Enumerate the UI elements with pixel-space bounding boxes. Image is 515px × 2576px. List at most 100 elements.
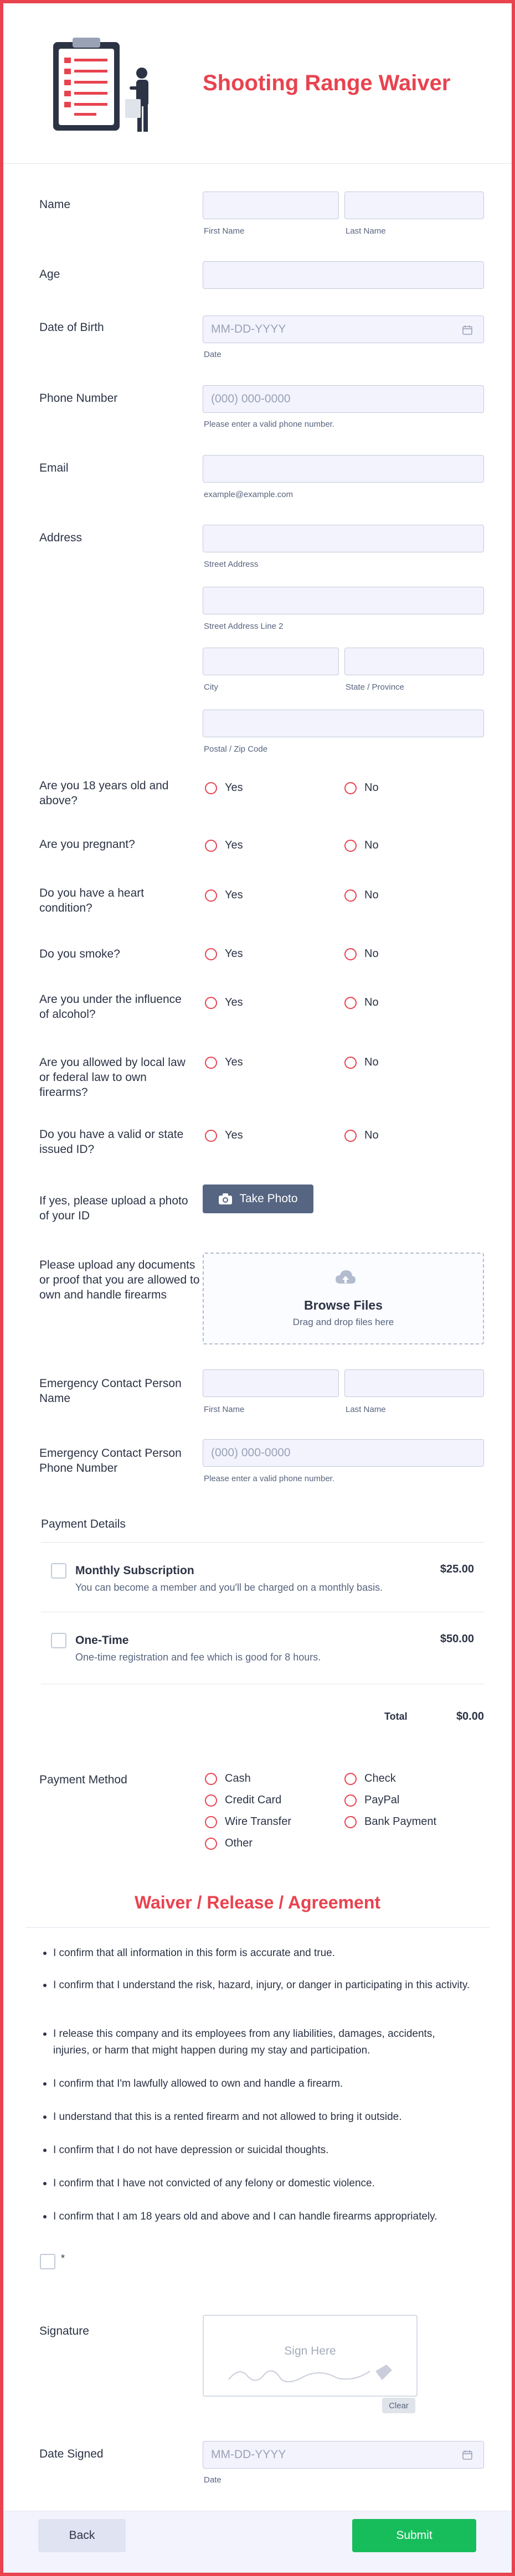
signature-scribble-icon	[228, 2365, 392, 2382]
question-pregnant-yes[interactable]: Yes	[205, 839, 243, 852]
payment-paypal[interactable]: PayPal	[344, 1794, 399, 1807]
question-heart-yes[interactable]: Yes	[205, 889, 243, 902]
dob-input[interactable]: MM-DD-YYYY	[203, 315, 484, 343]
radio-icon[interactable]	[344, 839, 357, 852]
agreement-item: I confirm that I understand the risk, ha…	[43, 1977, 474, 1994]
radio-icon[interactable]	[344, 1056, 357, 1069]
question-smoke-label: Do you smoke?	[39, 948, 120, 960]
dob-sublabel: Date	[204, 350, 222, 359]
radio-icon[interactable]	[205, 1056, 217, 1069]
emergency-phone-sublabel: Please enter a valid phone number.	[204, 1474, 334, 1483]
product-onetime-checkbox[interactable]	[51, 1633, 66, 1648]
question-law-yes[interactable]: Yes	[205, 1056, 243, 1069]
emergency-first-name-input[interactable]	[203, 1369, 339, 1397]
radio-icon[interactable]	[205, 1815, 217, 1828]
payment-credit-card[interactable]: Credit Card	[205, 1794, 281, 1807]
question-18-label: Are you 18 years old and above?	[39, 779, 169, 807]
radio-icon[interactable]	[205, 889, 217, 902]
question-id-no[interactable]: No	[344, 1129, 379, 1142]
question-18-no[interactable]: No	[344, 782, 379, 794]
radio-icon[interactable]	[344, 782, 357, 794]
take-photo-button[interactable]: Take Photo	[203, 1184, 313, 1213]
date-signed-input[interactable]: MM-DD-YYYY	[203, 2441, 484, 2469]
question-law-no[interactable]: No	[344, 1056, 379, 1069]
name-label: Name	[39, 198, 71, 211]
radio-icon[interactable]	[205, 1794, 217, 1807]
payment-details-label: Payment Details	[41, 1518, 126, 1530]
radio-icon[interactable]	[205, 839, 217, 852]
payment-wire-transfer[interactable]: Wire Transfer	[205, 1815, 291, 1828]
email-input[interactable]	[203, 455, 484, 483]
browse-files-text: Browse Files	[304, 1298, 383, 1312]
question-heart-no[interactable]: No	[344, 889, 379, 902]
radio-icon[interactable]	[205, 996, 217, 1009]
city-input[interactable]	[203, 648, 339, 675]
question-smoke-no[interactable]: No	[344, 948, 379, 960]
clipboard-illustration-icon	[53, 38, 148, 132]
radio-icon[interactable]	[344, 948, 357, 960]
payment-other[interactable]: Other	[205, 1837, 253, 1850]
submit-button[interactable]: Submit	[352, 2519, 476, 2552]
street-address-2-input[interactable]	[203, 587, 484, 614]
photo-label: If yes, please upload a photo of your ID	[39, 1194, 188, 1222]
radio-icon[interactable]	[344, 1772, 357, 1785]
question-smoke-yes[interactable]: Yes	[205, 948, 243, 960]
last-name-sublabel: Last Name	[346, 226, 386, 236]
radio-icon[interactable]	[344, 1794, 357, 1807]
radio-icon[interactable]	[344, 889, 357, 902]
question-alcohol-yes[interactable]: Yes	[205, 996, 243, 1009]
question-alcohol-label: Are you under the influence of alcohol?	[39, 993, 182, 1021]
radio-icon[interactable]	[205, 948, 217, 960]
emergency-phone-label: Emergency Contact Person Phone Number	[39, 1447, 182, 1475]
phone-label: Phone Number	[39, 392, 118, 405]
signature-pad[interactable]: Sign Here	[203, 2315, 418, 2397]
state-sublabel: State / Province	[346, 682, 404, 692]
radio-icon[interactable]	[205, 1129, 217, 1142]
agreement-item: I confirm that I am 18 years old and abo…	[43, 2208, 474, 2225]
take-photo-label: Take Photo	[239, 1192, 298, 1205]
street-address-input[interactable]	[203, 525, 484, 552]
payment-cash[interactable]: Cash	[205, 1772, 251, 1785]
zip-input[interactable]	[203, 710, 484, 737]
question-id-label: Do you have a valid or state issued ID?	[39, 1128, 184, 1156]
age-input[interactable]	[203, 261, 484, 289]
payment-check[interactable]: Check	[344, 1772, 396, 1785]
phone-input[interactable]: (000) 000-0000	[203, 385, 484, 413]
file-upload-dropzone[interactable]: Browse Files Drag and drop files here	[203, 1253, 484, 1344]
zip-sublabel: Postal / Zip Code	[204, 744, 268, 754]
date-signed-sublabel: Date	[204, 2475, 222, 2485]
product-onetime-desc: One-time registration and fee which is g…	[75, 1652, 321, 1663]
question-alcohol-no[interactable]: No	[344, 996, 379, 1009]
agreement-checkbox[interactable]	[40, 2254, 55, 2269]
radio-icon[interactable]	[205, 1837, 217, 1850]
product-monthly-checkbox[interactable]	[51, 1563, 66, 1579]
product-onetime-name: One-Time	[75, 1634, 129, 1647]
agreement-item: I release this company and its employees…	[43, 2026, 474, 2059]
payment-bank-payment[interactable]: Bank Payment	[344, 1815, 436, 1828]
question-18-yes[interactable]: Yes	[205, 782, 243, 794]
radio-icon[interactable]	[205, 1772, 217, 1785]
signature-label: Signature	[39, 2325, 89, 2337]
emergency-phone-input[interactable]: (000) 000-0000	[203, 1439, 484, 1467]
first-name-input[interactable]	[203, 192, 339, 219]
total-label: Total	[384, 1711, 408, 1722]
phone-sublabel: Please enter a valid phone number.	[204, 420, 334, 429]
back-button[interactable]: Back	[38, 2519, 126, 2552]
radio-icon[interactable]	[344, 1815, 357, 1828]
city-sublabel: City	[204, 682, 218, 692]
radio-icon[interactable]	[344, 996, 357, 1009]
last-name-input[interactable]	[344, 192, 484, 219]
product-monthly-name: Monthly Subscription	[75, 1564, 194, 1577]
radio-icon[interactable]	[344, 1129, 357, 1142]
agreement-item: I understand that this is a rented firea…	[43, 2109, 474, 2125]
question-id-yes[interactable]: Yes	[205, 1129, 243, 1142]
emergency-last-name-input[interactable]	[344, 1369, 484, 1397]
age-label: Age	[39, 268, 60, 281]
question-pregnant-no[interactable]: No	[344, 839, 379, 852]
form-header: Shooting Range Waiver	[3, 3, 512, 164]
calendar-icon[interactable]	[462, 324, 473, 335]
calendar-icon[interactable]	[462, 2449, 473, 2460]
clear-signature-button[interactable]: Clear	[382, 2398, 415, 2413]
radio-icon[interactable]	[205, 782, 217, 794]
state-input[interactable]	[344, 648, 484, 675]
